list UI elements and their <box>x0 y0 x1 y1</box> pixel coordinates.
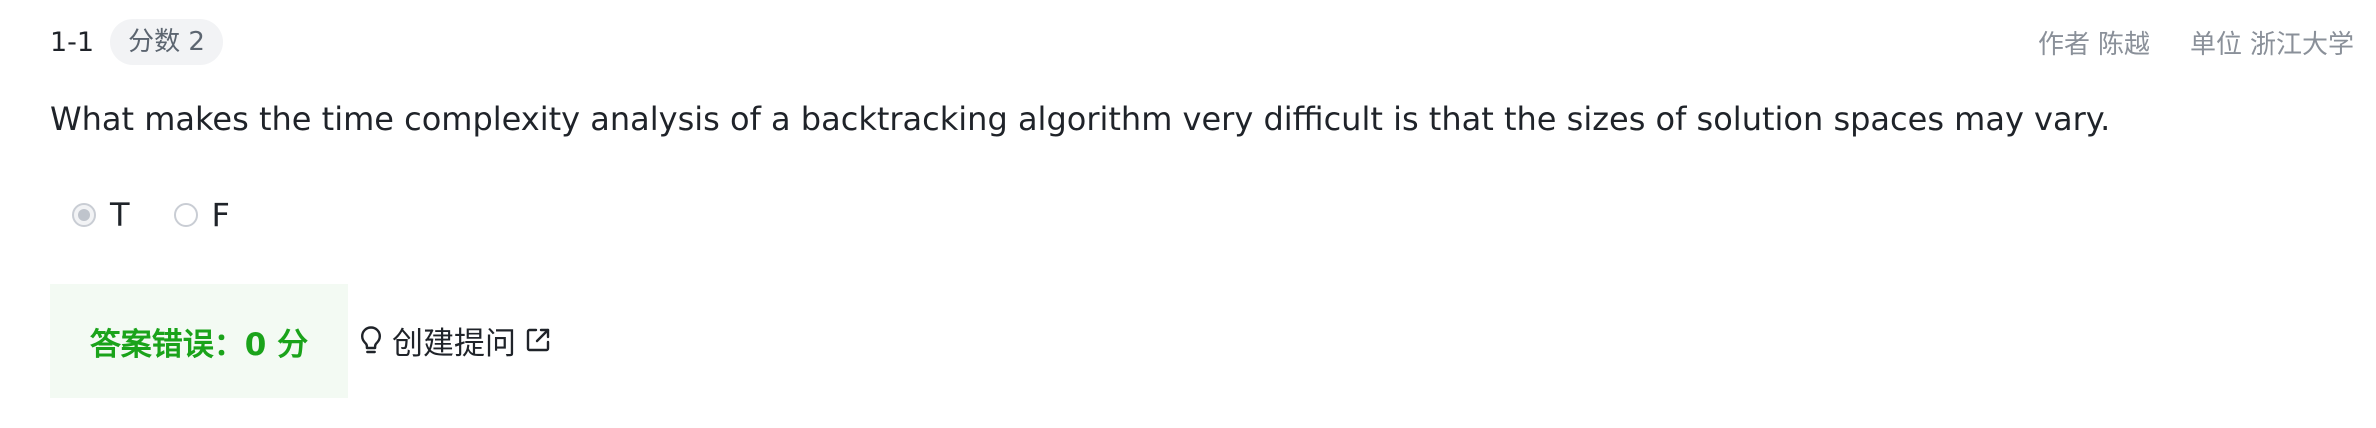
score-badge: 分数 2 <box>110 19 223 65</box>
option-true-label: T <box>110 196 130 234</box>
author-name: 陈越 <box>2097 29 2150 60</box>
question-text: What makes the time complexity analysis … <box>50 100 2111 138</box>
unit-label: 单位 <box>2189 29 2242 60</box>
radio-false[interactable] <box>173 203 198 227</box>
option-false-label: F <box>211 196 230 234</box>
answer-options: T F <box>72 196 230 234</box>
result-status: 答案错误：0 分 <box>50 284 348 398</box>
lightbulb-icon <box>358 325 384 355</box>
create-question-button[interactable]: 创建提问 <box>358 314 552 366</box>
question-header: 1-1 分数 2 作者 陈越 单位 浙江大学 <box>50 18 2354 66</box>
question-header-left: 1-1 分数 2 <box>50 19 223 65</box>
option-true[interactable]: T <box>72 196 130 234</box>
question-meta: 作者 陈越 单位 浙江大学 <box>2038 24 2354 61</box>
create-question-label: 创建提问 <box>392 325 516 362</box>
unit-meta: 单位 浙江大学 <box>2190 24 2354 61</box>
external-link-icon <box>524 326 552 354</box>
question-number: 1-1 <box>50 26 95 58</box>
result-text: 答案错误：0 分 <box>89 326 309 363</box>
author-meta: 作者 陈越 <box>2038 24 2150 61</box>
author-label: 作者 <box>2037 29 2090 60</box>
radio-true[interactable] <box>72 203 96 227</box>
option-false[interactable]: F <box>173 196 230 234</box>
unit-name: 浙江大学 <box>2249 29 2354 60</box>
